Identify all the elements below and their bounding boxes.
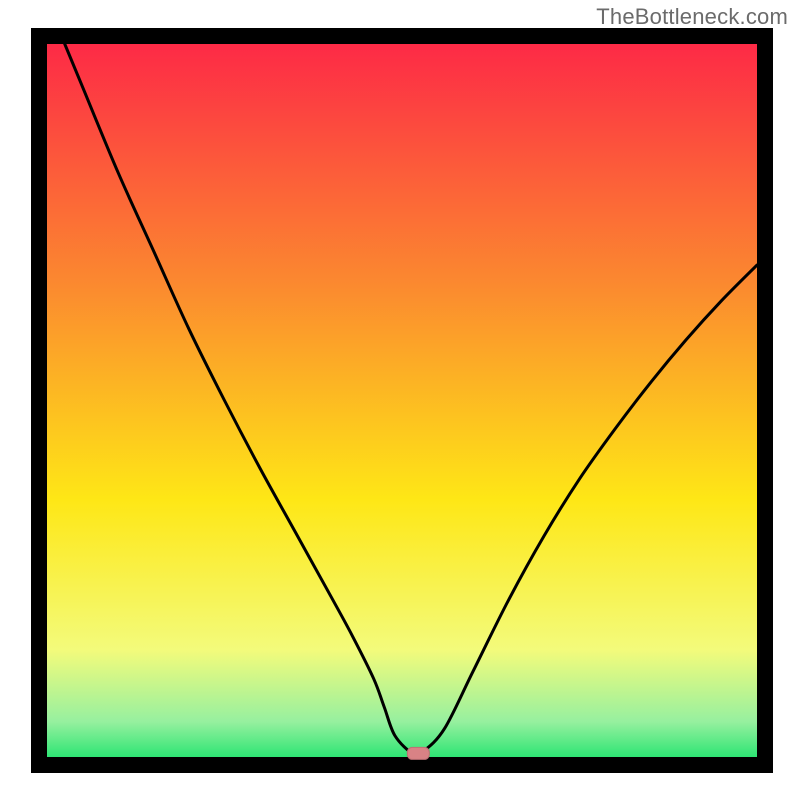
chart-svg — [0, 0, 800, 800]
bottleneck-chart: TheBottleneck.com — [0, 0, 800, 800]
attribution-label: TheBottleneck.com — [596, 4, 788, 30]
plot-background — [47, 44, 757, 757]
optimum-marker — [407, 747, 429, 759]
